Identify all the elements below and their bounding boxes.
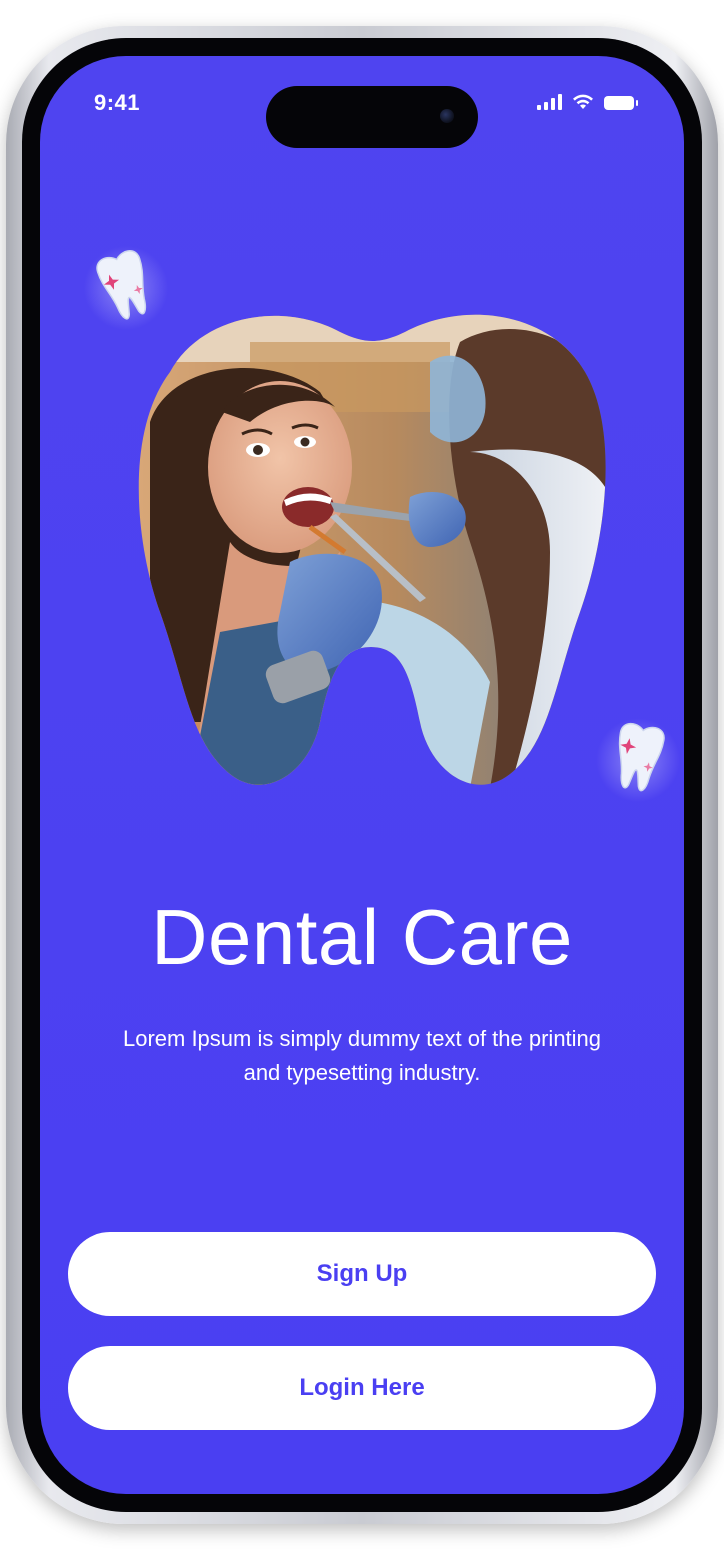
phone-bezel: 9:41 Dental Care Lorem Ipsum is simply d…: [22, 38, 702, 1512]
sign-up-button[interactable]: Sign Up: [68, 1232, 656, 1316]
app-screen: 9:41 Dental Care Lorem Ipsum is simply d…: [40, 56, 684, 1494]
page-subtitle: Lorem Ipsum is simply dummy text of the …: [122, 1026, 602, 1085]
app-stage: 9:41 Dental Care Lorem Ipsum is simply d…: [0, 0, 724, 1550]
login-button[interactable]: Login Here: [68, 1346, 656, 1430]
wifi-icon: [573, 94, 593, 109]
status-icons: [537, 94, 638, 110]
battery-icon: [604, 96, 638, 110]
page-title: Dental Care: [151, 893, 573, 981]
phone-frame: 9:41 Dental Care Lorem Ipsum is simply d…: [6, 26, 718, 1524]
cellular-signal-icon: [537, 94, 562, 110]
dynamic-island: [266, 86, 478, 148]
front-camera-icon: [440, 109, 454, 123]
hero-dental-photo: [138, 314, 606, 785]
status-time: 9:41: [94, 90, 141, 115]
